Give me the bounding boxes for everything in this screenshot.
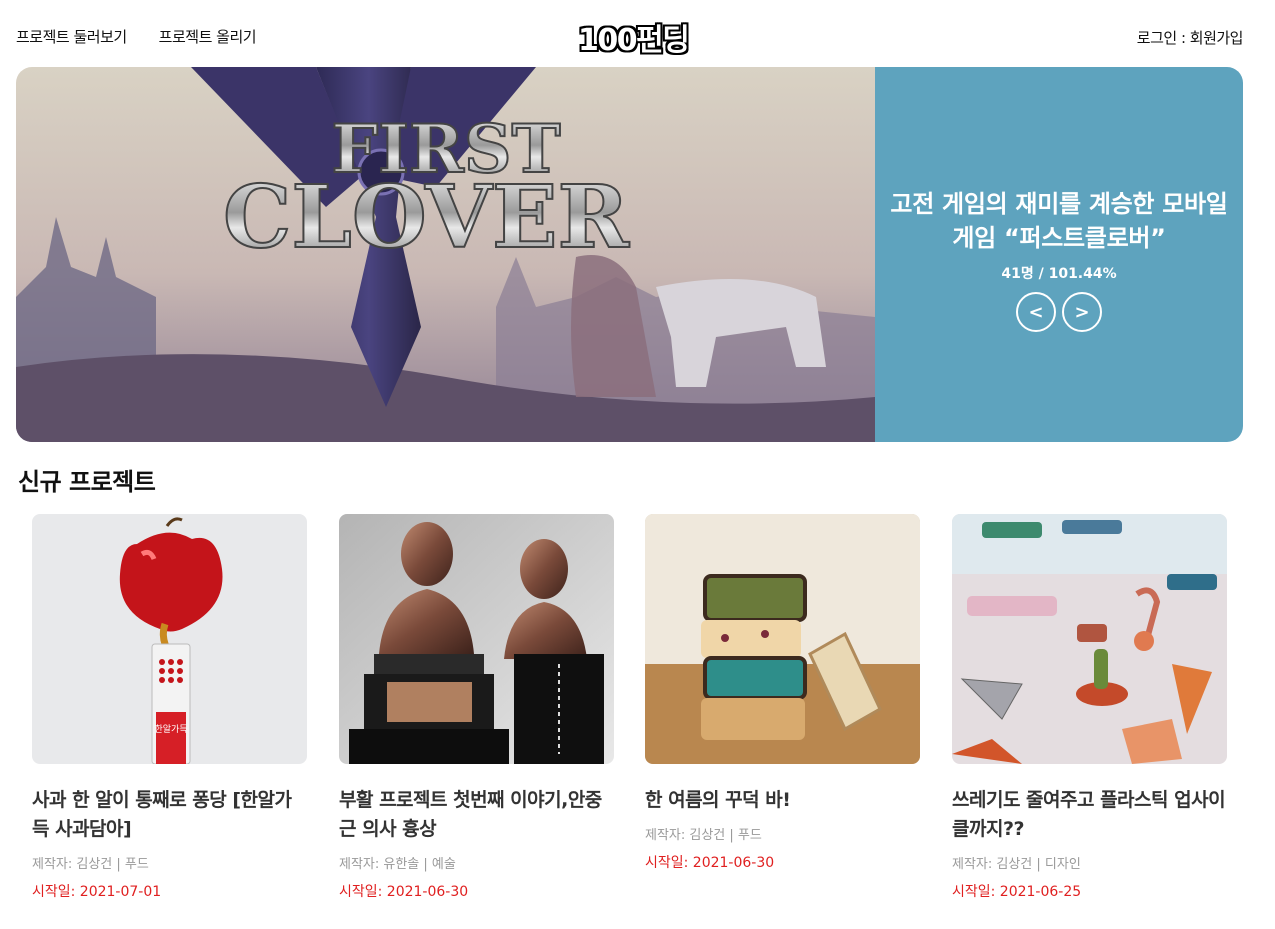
recycled-plastic-image (952, 514, 1227, 764)
hero-project-title[interactable]: 고전 게임의 재미를 계승한 모바일 게임 “퍼스트클로버” (885, 187, 1233, 255)
project-meta: 제작자: 김상건 | 푸드 (645, 828, 762, 843)
project-card-list: 한알가득 사과 한 알이 통째로 퐁당 [한알가득 사과담아] 제작자: 김상건… (32, 514, 1227, 924)
hero-game-art: FIRST CLOVER (16, 67, 875, 442)
project-start-date: 시작일: 2021-06-30 (339, 884, 469, 900)
project-card[interactable]: 한 여름의 꾸덕 바! 제작자: 김상건 | 푸드 시작일: 2021-06-3… (645, 514, 920, 872)
project-title[interactable]: 부활 프로젝트 첫번째 이야기,안중근 의사 흉상 (339, 786, 614, 844)
project-meta: 제작자: 유한솔 | 예술 (339, 857, 456, 872)
project-thumbnail[interactable]: 한알가득 (32, 514, 307, 764)
hero-slider-controls: < > (1016, 292, 1102, 332)
project-card[interactable]: 부활 프로젝트 첫번째 이야기,안중근 의사 흉상 제작자: 유한솔 | 예술 … (339, 514, 614, 901)
section-title: 신규 프로젝트 (18, 468, 156, 496)
site-logo[interactable]: 100펀딩 (578, 15, 690, 59)
hero-info-panel: 고전 게임의 재미를 계승한 모바일 게임 “퍼스트클로버” 41명 / 101… (875, 67, 1243, 442)
project-start-date: 시작일: 2021-07-01 (32, 884, 162, 900)
project-meta: 제작자: 김상건 | 디자인 (952, 857, 1081, 872)
project-meta: 제작자: 김상건 | 푸드 (32, 857, 149, 872)
project-start-date: 시작일: 2021-06-30 (645, 855, 775, 871)
project-thumbnail[interactable] (339, 514, 614, 764)
nav-browse-projects[interactable]: 프로젝트 둘러보기 (16, 26, 127, 47)
hero-title-clover: CLOVER (223, 167, 630, 268)
project-title[interactable]: 한 여름의 꾸덕 바! (645, 786, 920, 815)
login-signup-link[interactable]: 로그인 : 회원가입 (1137, 29, 1244, 47)
project-card[interactable]: 쓰레기도 줄여주고 플라스틱 업사이클까지?? 제작자: 김상건 | 디자인 시… (952, 514, 1227, 901)
snack-bar-image (645, 514, 920, 764)
hero-banner: FIRST CLOVER 고전 게임의 재미를 계승한 모바일 게임 “퍼스트클… (16, 67, 1243, 442)
nav-upload-project[interactable]: 프로젝트 올리기 (159, 26, 257, 47)
hero-funding-stats: 41명 / 101.44% (1001, 266, 1117, 282)
prev-slide-button[interactable]: < (1016, 292, 1056, 332)
project-thumbnail[interactable] (952, 514, 1227, 764)
main-nav: 프로젝트 둘러보기 프로젝트 올리기 (16, 26, 257, 47)
auth-links: 로그인 : 회원가입 (1137, 27, 1244, 48)
hero-image[interactable]: FIRST CLOVER (16, 67, 875, 442)
bust-statue-image (339, 514, 614, 764)
project-card[interactable]: 한알가득 사과 한 알이 통째로 퐁당 [한알가득 사과담아] 제작자: 김상건… (32, 514, 307, 901)
apple-product-image: 한알가득 (32, 514, 307, 764)
project-thumbnail[interactable] (645, 514, 920, 764)
project-start-date: 시작일: 2021-06-25 (952, 884, 1082, 900)
next-slide-button[interactable]: > (1062, 292, 1102, 332)
project-title[interactable]: 쓰레기도 줄여주고 플라스틱 업사이클까지?? (952, 786, 1227, 844)
project-title[interactable]: 사과 한 알이 통째로 퐁당 [한알가득 사과담아] (32, 786, 307, 844)
packet-label: 한알가득 (154, 724, 187, 735)
top-header: 프로젝트 둘러보기 프로젝트 올리기 100펀딩 로그인 : 회원가입 (0, 0, 1275, 67)
